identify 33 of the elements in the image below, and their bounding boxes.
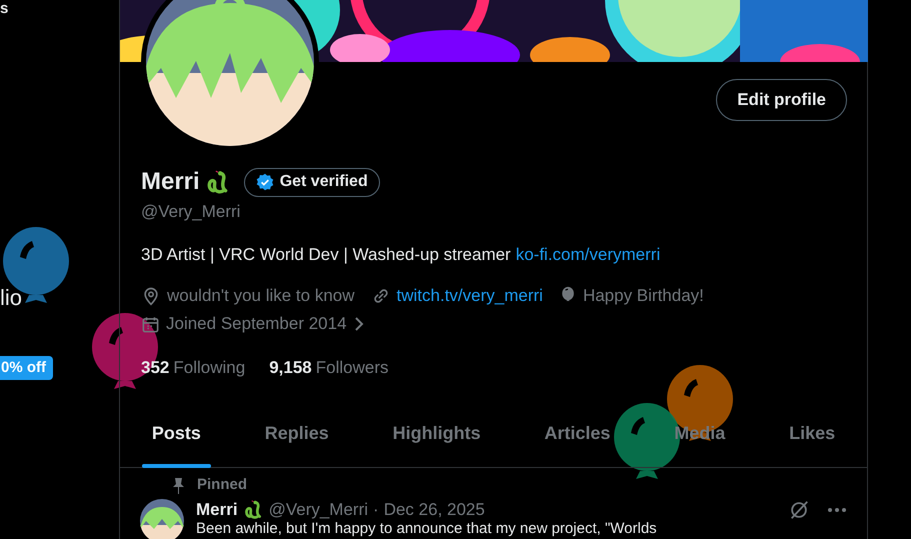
- bio-link[interactable]: ko-fi.com/verymerri: [516, 242, 660, 267]
- location-text: wouldn't you like to know: [167, 285, 355, 307]
- post-date[interactable]: Dec 26, 2025: [384, 496, 485, 522]
- calendar-icon: [141, 314, 160, 334]
- get-verified-button[interactable]: Get verified: [244, 168, 380, 196]
- snake-icon: [242, 499, 264, 520]
- website-link[interactable]: twitch.tv/very_merri: [396, 285, 543, 307]
- post-text: Been awhile, but I'm happy to announce that my new project, "Worlds: [196, 520, 657, 536]
- more-options-icon[interactable]: [827, 506, 847, 512]
- profile-bio: 3D Artist | VRC World Dev | Washed-up streamer: [141, 244, 511, 266]
- separator-dot: ·: [373, 498, 379, 521]
- post-handle[interactable]: @Very_Merri: [268, 496, 368, 522]
- profile-tab[interactable]: Replies: [254, 400, 339, 468]
- sidebar-text: s: [0, 1, 8, 16]
- birthday-text: Happy Birthday!: [582, 285, 704, 307]
- verified-badge-icon: [256, 173, 274, 191]
- pin-icon: [172, 477, 185, 494]
- join-date: Joined September 2014: [166, 313, 347, 335]
- pinned-label: Pinned: [197, 475, 248, 496]
- stat-link[interactable]: 9,158 Followers: [269, 355, 388, 380]
- sidebar-text: lio: [0, 287, 22, 309]
- profile-handle: @Very_Merri: [141, 201, 240, 223]
- profile-tab[interactable]: Likes: [779, 400, 846, 468]
- profile-tab[interactable]: Articles: [534, 400, 620, 468]
- profile-tab[interactable]: Posts: [142, 400, 211, 468]
- edit-profile-button[interactable]: Edit profile: [716, 79, 847, 121]
- chevron-right-icon: [352, 316, 365, 332]
- avatar[interactable]: [140, 498, 184, 539]
- discount-badge: 0% off: [0, 356, 53, 380]
- profile-name: Merri: [141, 167, 200, 197]
- post-author[interactable]: Merri: [196, 496, 238, 522]
- profile-tab[interactable]: Highlights: [382, 400, 491, 468]
- slashed-circle-icon[interactable]: [788, 498, 810, 520]
